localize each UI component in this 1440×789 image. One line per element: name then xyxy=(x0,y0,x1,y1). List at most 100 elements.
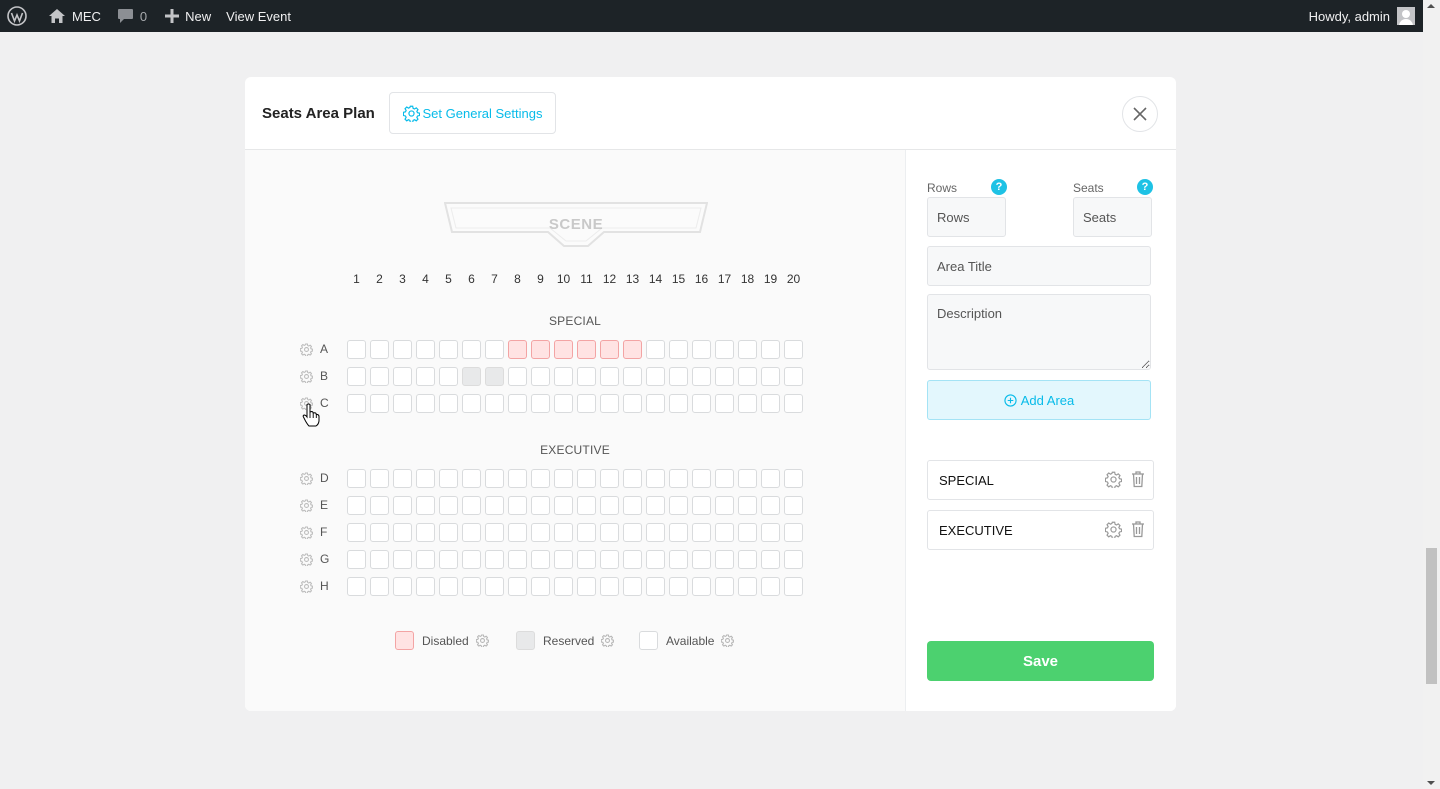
gear-icon[interactable] xyxy=(475,634,489,647)
seat[interactable] xyxy=(600,523,619,542)
seat[interactable] xyxy=(485,469,504,488)
seat[interactable] xyxy=(623,550,642,569)
seat[interactable] xyxy=(692,340,711,359)
seat[interactable] xyxy=(738,469,757,488)
gear-icon[interactable] xyxy=(1105,521,1122,538)
seat[interactable] xyxy=(416,394,435,413)
seat[interactable] xyxy=(393,496,412,515)
seat[interactable] xyxy=(508,394,527,413)
seat[interactable] xyxy=(715,469,734,488)
row-gear-icon[interactable] xyxy=(299,343,314,361)
seat[interactable] xyxy=(646,550,665,569)
seat[interactable] xyxy=(531,394,550,413)
row-gear-icon[interactable] xyxy=(299,397,314,415)
seat[interactable] xyxy=(508,367,527,386)
seat[interactable] xyxy=(416,523,435,542)
row-gear-icon[interactable] xyxy=(299,499,314,517)
seat[interactable] xyxy=(508,469,527,488)
description-textarea[interactable] xyxy=(927,294,1151,370)
seat[interactable] xyxy=(715,340,734,359)
seat[interactable] xyxy=(646,394,665,413)
seat[interactable] xyxy=(600,367,619,386)
seat[interactable] xyxy=(347,577,366,596)
seat[interactable] xyxy=(370,550,389,569)
row-gear-icon[interactable] xyxy=(299,580,314,598)
area-title-input[interactable] xyxy=(927,246,1151,286)
close-button[interactable] xyxy=(1122,96,1158,132)
seat[interactable] xyxy=(370,367,389,386)
seat[interactable] xyxy=(393,523,412,542)
seat[interactable] xyxy=(485,550,504,569)
seat[interactable] xyxy=(646,496,665,515)
seat[interactable] xyxy=(623,367,642,386)
seat[interactable] xyxy=(692,577,711,596)
seat[interactable] xyxy=(738,340,757,359)
seat[interactable] xyxy=(554,469,573,488)
seats-input[interactable] xyxy=(1073,197,1152,237)
seat[interactable] xyxy=(462,496,481,515)
gear-icon[interactable] xyxy=(721,634,735,647)
rows-help-icon[interactable]: ? xyxy=(991,179,1007,195)
seat[interactable] xyxy=(370,469,389,488)
rows-input[interactable] xyxy=(927,197,1006,237)
seat[interactable] xyxy=(439,523,458,542)
seat[interactable] xyxy=(784,577,803,596)
seat[interactable] xyxy=(508,523,527,542)
seat[interactable] xyxy=(485,577,504,596)
seat[interactable] xyxy=(784,340,803,359)
seat[interactable] xyxy=(692,523,711,542)
seat[interactable] xyxy=(462,550,481,569)
seat[interactable] xyxy=(554,577,573,596)
seat[interactable] xyxy=(416,340,435,359)
seat[interactable] xyxy=(715,550,734,569)
save-button[interactable]: Save xyxy=(927,641,1154,681)
seat[interactable] xyxy=(439,550,458,569)
seat[interactable] xyxy=(439,577,458,596)
view-event-link[interactable]: View Event xyxy=(219,0,298,32)
seat[interactable] xyxy=(738,394,757,413)
seat[interactable] xyxy=(738,550,757,569)
seat[interactable] xyxy=(761,340,780,359)
scroll-down-arrow[interactable] xyxy=(1427,781,1435,785)
seat[interactable] xyxy=(646,469,665,488)
page-scrollbar[interactable] xyxy=(1423,0,1440,789)
seat[interactable] xyxy=(761,577,780,596)
seat[interactable] xyxy=(623,340,642,359)
seat[interactable] xyxy=(554,550,573,569)
seat[interactable] xyxy=(508,577,527,596)
seat[interactable] xyxy=(370,523,389,542)
trash-icon[interactable] xyxy=(1131,520,1145,538)
seat[interactable] xyxy=(439,469,458,488)
seat[interactable] xyxy=(577,469,596,488)
seat[interactable] xyxy=(485,394,504,413)
seat[interactable] xyxy=(439,340,458,359)
seat[interactable] xyxy=(692,394,711,413)
seat[interactable] xyxy=(577,367,596,386)
seat[interactable] xyxy=(577,340,596,359)
seat[interactable] xyxy=(416,367,435,386)
seat[interactable] xyxy=(462,340,481,359)
seat[interactable] xyxy=(347,496,366,515)
gear-icon[interactable] xyxy=(1105,471,1122,488)
seat[interactable] xyxy=(761,367,780,386)
seat[interactable] xyxy=(508,496,527,515)
row-gear-icon[interactable] xyxy=(299,472,314,490)
seat[interactable] xyxy=(761,469,780,488)
seat[interactable] xyxy=(416,469,435,488)
seat[interactable] xyxy=(554,496,573,515)
add-area-button[interactable]: Add Area xyxy=(927,380,1151,420)
seat[interactable] xyxy=(669,496,688,515)
seat[interactable] xyxy=(623,496,642,515)
seat[interactable] xyxy=(761,394,780,413)
seat[interactable] xyxy=(784,523,803,542)
seat[interactable] xyxy=(462,469,481,488)
seat[interactable] xyxy=(439,394,458,413)
seat[interactable] xyxy=(577,496,596,515)
row-gear-icon[interactable] xyxy=(299,553,314,571)
seat[interactable] xyxy=(416,577,435,596)
seat[interactable] xyxy=(669,394,688,413)
seat[interactable] xyxy=(784,550,803,569)
seat[interactable] xyxy=(393,367,412,386)
seat[interactable] xyxy=(692,469,711,488)
seat[interactable] xyxy=(600,496,619,515)
